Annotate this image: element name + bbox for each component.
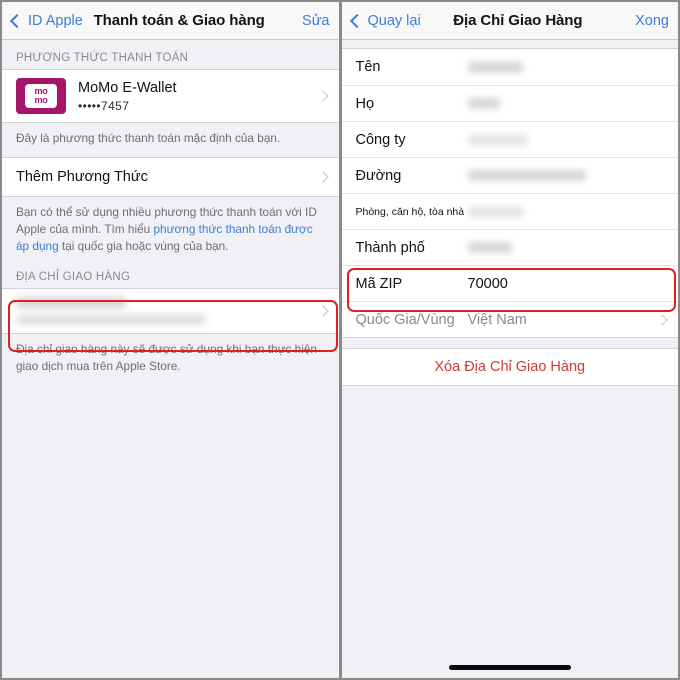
left-page-title: Thanh toán & Giao hàng (93, 12, 265, 29)
chevron-right-icon (316, 171, 329, 183)
field-row-duong[interactable]: Đường (341, 157, 678, 193)
chevron-right-icon (656, 313, 668, 326)
done-button[interactable]: Xong (635, 13, 669, 29)
payment-method-text: MoMo E-Wallet •••••7457 (78, 80, 177, 113)
default-payment-footnote: Đây là phương thức thanh toán mặc định c… (16, 131, 281, 145)
shipping-address-row[interactable] (2, 289, 339, 334)
momo-logo-icon: mo mo (16, 78, 66, 114)
shipping-address-redacted-value (16, 291, 206, 331)
delete-shipping-address-button[interactable]: Xóa Địa Chỉ Giao Hàng (341, 348, 678, 386)
shipping-address-section-header: ĐỊA CHỈ GIAO HÀNG (16, 271, 131, 284)
field-row-ten[interactable]: Tên (341, 49, 678, 85)
left-navbar-left-slot: ID Apple (9, 12, 83, 29)
right-navbar-left-slot: Quay lại (349, 12, 421, 29)
momo-logo-inner: mo mo (25, 84, 57, 108)
field-row-thanh-pho[interactable]: Thành phố (341, 229, 678, 265)
right-navbar: Quay lại Địa Chỉ Giao Hàng Xong (341, 2, 678, 40)
field-label-thanh-pho: Thành phố (355, 239, 425, 256)
field-label-quoc-gia-vung: Quốc Gia/Vùng (355, 311, 455, 328)
back-to-apple-id-button[interactable]: ID Apple (9, 12, 83, 29)
field-label-ho: Họ (355, 95, 375, 112)
back-button-label: ID Apple (28, 12, 83, 29)
field-label-ma-zip: Mã ZIP (355, 275, 403, 292)
edit-button[interactable]: Sửa (302, 13, 329, 29)
screenshot-root: ID Apple Thanh toán & Giao hàng Sửa PHƯƠ… (0, 0, 680, 680)
shipping-address-card (2, 288, 339, 335)
top-gap (341, 40, 678, 48)
payment-method-masked-number: •••••7457 (78, 98, 130, 113)
field-value-ho-redacted (467, 98, 500, 109)
left-navbar: ID Apple Thanh toán & Giao hàng Sửa (2, 2, 339, 40)
field-row-ho[interactable]: Họ (341, 85, 678, 121)
add-payment-method-row[interactable]: Thêm Phương Thức (2, 158, 339, 197)
right-navbar-right-slot: Xong (615, 12, 669, 30)
right-phone-panel: Quay lại Địa Chỉ Giao Hàng Xong Tên Họ C… (341, 2, 678, 678)
section-gap (341, 338, 678, 348)
payment-method-card: mo mo MoMo E-Wallet •••••7457 (2, 69, 339, 123)
field-label-cong-ty: Công ty (355, 131, 406, 148)
shipping-address-footnote: Địa chỉ giao hàng này sẽ được sử dụng kh… (16, 342, 317, 374)
field-row-ma-zip[interactable]: Mã ZIP 70000 (341, 265, 678, 301)
field-value-phong-can-ho-redacted (467, 206, 524, 217)
back-button[interactable]: Quay lại (349, 12, 421, 29)
footnote-text-part-2: tại quốc gia hoặc vùng của bạn. (58, 239, 229, 254)
chevron-right-icon (316, 90, 329, 102)
payment-method-row-momo[interactable]: mo mo MoMo E-Wallet •••••7457 (2, 70, 339, 122)
payment-method-name: MoMo E-Wallet (78, 79, 177, 96)
field-label-phong-can-ho: Phòng, căn hộ, tòa nhà (355, 205, 465, 218)
field-label-duong: Đường (355, 167, 402, 184)
payment-method-section-header: PHƯƠNG THỨC THANH TOÁN (16, 52, 189, 64)
field-value-duong-redacted (467, 170, 586, 181)
field-value-quoc-gia-vung: Việt Nam (467, 311, 527, 328)
chevron-right-icon (316, 305, 329, 318)
add-payment-method-label: Thêm Phương Thức (16, 169, 148, 186)
redacted-line-1 (16, 297, 126, 309)
field-value-thanh-pho-redacted (467, 242, 512, 253)
home-indicator (448, 665, 571, 670)
back-button-label: Quay lại (367, 12, 421, 29)
field-value-ten-redacted (467, 61, 523, 73)
left-navbar-right-slot: Sửa (276, 12, 329, 30)
field-value-ma-zip[interactable]: 70000 (468, 276, 508, 292)
field-row-quoc-gia-vung[interactable]: Quốc Gia/Vùng Việt Nam (341, 301, 678, 337)
field-row-cong-ty[interactable]: Công ty (341, 121, 678, 157)
add-payment-method-card: Thêm Phương Thức (2, 157, 339, 198)
chevron-left-icon (349, 13, 364, 28)
address-form-card: Tên Họ Công ty Đường Phòng, căn hộ, tòa … (341, 48, 678, 338)
right-page-title: Địa Chỉ Giao Hàng (453, 12, 583, 29)
redacted-line-2 (16, 314, 206, 326)
field-label-ten: Tên (355, 59, 381, 75)
left-phone-panel: ID Apple Thanh toán & Giao hàng Sửa PHƯƠ… (2, 2, 342, 678)
chevron-left-icon (9, 13, 25, 28)
payment-methods-info-footnote: Bạn có thể sử dụng nhiều phương thức tha… (2, 197, 339, 265)
momo-logo-line-2: mo (34, 95, 48, 105)
field-row-phong-can-ho[interactable]: Phòng, căn hộ, tòa nhà (341, 193, 678, 229)
delete-shipping-address-label: Xóa Địa Chỉ Giao Hàng (434, 359, 586, 375)
field-value-cong-ty-redacted (467, 134, 528, 145)
